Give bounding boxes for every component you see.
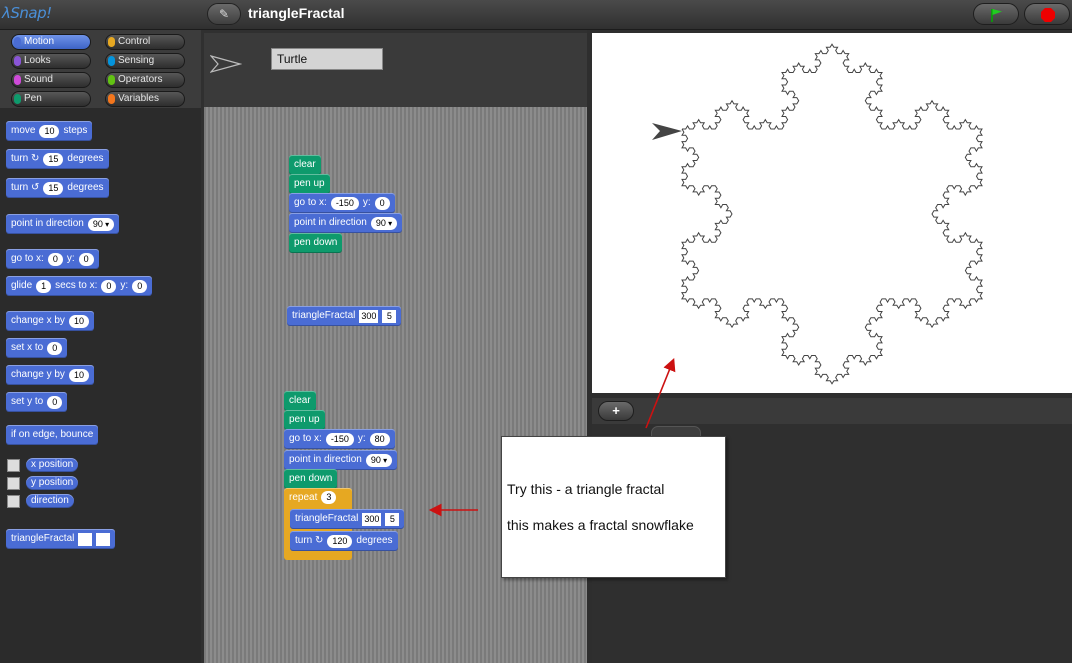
move-block[interactable]: move 10 steps (6, 121, 93, 141)
script-area[interactable] (204, 107, 587, 663)
go-to-xy-block[interactable]: go to x: -150 y: 80 (284, 429, 395, 449)
pen-down-block[interactable]: pen down (289, 233, 343, 253)
turn-counterclockwise-block[interactable]: turn ↺ 15 degrees (6, 178, 109, 198)
stop-button[interactable] (1024, 3, 1070, 25)
snap-logo[interactable]: λSnap! (2, 4, 52, 22)
turn-clockwise-block[interactable]: turn ↻ 120 degrees (290, 531, 398, 551)
point-in-direction-block[interactable]: point in direction 90 (284, 450, 398, 470)
category-motion[interactable]: Motion (11, 34, 91, 50)
y-position-watcher-checkbox[interactable] (7, 477, 20, 490)
category-selector: Motion Control Looks Sensing Sound Opera… (0, 30, 201, 108)
go-to-xy-block[interactable]: go to x: -150 y: 0 (289, 193, 395, 213)
callout-text-2: this makes a fractal snowflake (507, 517, 694, 533)
change-x-block[interactable]: change x by 10 (6, 311, 94, 331)
category-looks[interactable]: Looks (11, 53, 91, 69)
callout-text-1: Try this - a triangle fractal (507, 481, 665, 497)
triangle-fractal-palette-block[interactable]: triangleFractal (6, 529, 116, 549)
edit-project-button[interactable]: ✎ (207, 3, 241, 25)
category-operators[interactable]: Operators (105, 72, 185, 88)
point-in-direction-block[interactable]: point in direction 90 (6, 214, 120, 234)
pen-up-block[interactable]: pen up (289, 174, 330, 194)
clear-block[interactable]: clear (289, 155, 321, 175)
glide-block[interactable]: glide 1 secs to x: 0 y: 0 (6, 276, 153, 296)
direction-watcher-checkbox[interactable] (7, 495, 20, 508)
set-y-block[interactable]: set y to 0 (6, 392, 68, 412)
category-variables[interactable]: Variables (105, 91, 185, 107)
snowflake-drawing (652, 43, 983, 385)
pencil-icon: ✎ (218, 7, 230, 21)
category-pen[interactable]: Pen (11, 91, 91, 107)
green-flag-button[interactable] (973, 3, 1019, 25)
project-title: triangleFractal (248, 5, 345, 21)
sprite-corral-bar (592, 398, 1072, 424)
point-in-direction-block[interactable]: point in direction 90 (289, 213, 403, 233)
top-bar: λSnap! ✎ triangleFractal (0, 0, 1072, 30)
stop-icon (1041, 8, 1055, 22)
triangle-fractal-block[interactable]: triangleFractal 300 5 (287, 306, 402, 326)
pen-down-block[interactable]: pen down (284, 469, 338, 489)
triangle-fractal-block[interactable]: triangleFractal 300 5 (290, 509, 405, 529)
pen-up-block[interactable]: pen up (284, 410, 325, 430)
add-sprite-button[interactable]: + (598, 401, 634, 421)
go-to-xy-block[interactable]: go to x: 0 y: 0 (6, 249, 99, 269)
y-position-reporter[interactable]: y position (26, 476, 79, 490)
green-flag-icon (991, 9, 1002, 22)
turtle-sprite-icon (210, 55, 242, 73)
bounce-block[interactable]: if on edge, bounce (6, 425, 99, 445)
category-sound[interactable]: Sound (11, 72, 91, 88)
x-position-watcher-checkbox[interactable] (7, 459, 20, 472)
stage[interactable] (592, 33, 1072, 393)
category-control[interactable]: Control (105, 34, 185, 50)
change-y-block[interactable]: change y by 10 (6, 365, 94, 385)
x-position-reporter[interactable]: x position (26, 458, 79, 472)
set-x-block[interactable]: set x to 0 (6, 338, 68, 358)
sprite-bar (204, 33, 587, 107)
turtle-sprite (652, 123, 682, 140)
category-sensing[interactable]: Sensing (105, 53, 185, 69)
direction-reporter[interactable]: direction (26, 494, 74, 508)
annotation-callout: Try this - a triangle fractal this makes… (501, 436, 726, 578)
clear-block[interactable]: clear (284, 391, 316, 411)
sprite-name-field[interactable]: Turtle (271, 48, 383, 70)
turn-clockwise-block[interactable]: turn ↻ 15 degrees (6, 149, 109, 169)
